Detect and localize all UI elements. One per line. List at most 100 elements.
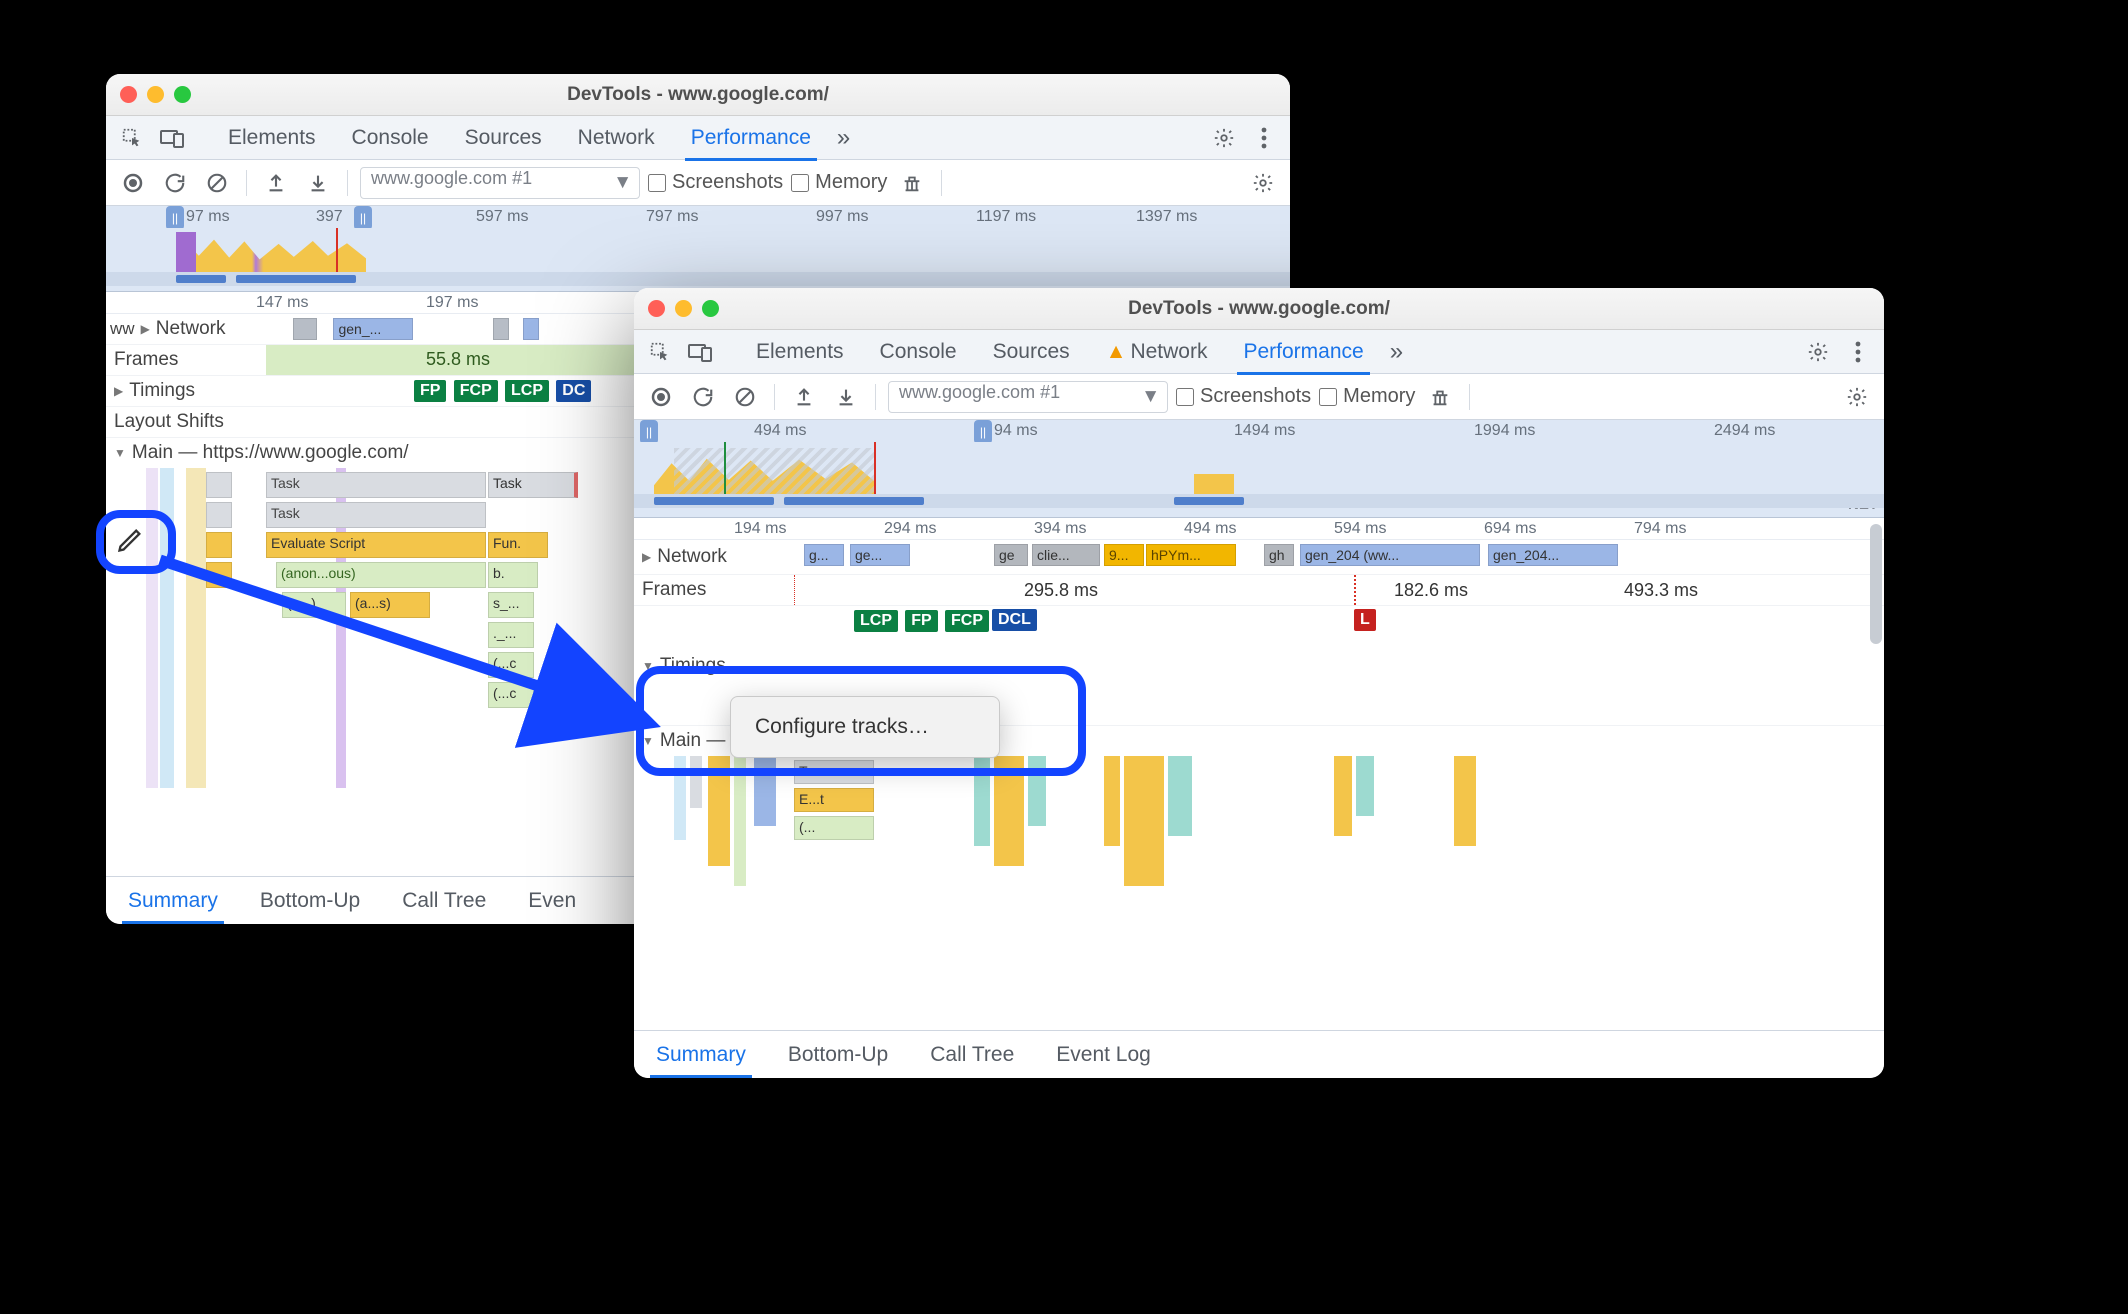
download-icon[interactable] — [829, 380, 863, 414]
timing-lcp[interactable]: LCP — [505, 380, 549, 402]
bottom-tab-bottomup[interactable]: Bottom-Up — [782, 1033, 894, 1077]
inspect-icon[interactable] — [642, 334, 678, 370]
flame-block[interactable]: (...c — [488, 652, 534, 678]
net-block[interactable] — [523, 318, 539, 340]
profile-select[interactable]: www.google.com #1 ▼ — [888, 381, 1168, 413]
expand-icon[interactable]: ▶ — [141, 322, 150, 336]
bottom-tab-eventlog[interactable]: Event Log — [1050, 1033, 1157, 1077]
flame-block[interactable]: s_... — [488, 592, 534, 618]
timing-fp[interactable]: FP — [414, 380, 446, 402]
net-block[interactable]: g... — [804, 544, 844, 566]
garbage-collect-icon[interactable] — [895, 166, 929, 200]
overview-timeline[interactable]: 494 ms 94 ms 1494 ms 1994 ms 2494 ms CPU… — [634, 420, 1884, 518]
tab-network[interactable]: Network — [562, 116, 671, 160]
timing-fp[interactable]: FP — [905, 610, 937, 632]
timing-fcp[interactable]: FCP — [945, 610, 989, 632]
flame-task[interactable]: Task — [266, 472, 486, 498]
flame-chart-area[interactable]: 194 ms 294 ms 394 ms 494 ms 594 ms 694 m… — [634, 518, 1884, 1030]
minimize-window-button[interactable] — [147, 86, 164, 103]
net-block[interactable]: gen_204 (ww... — [1300, 544, 1480, 566]
overview-timeline[interactable]: 97 ms 397 597 ms 797 ms 997 ms 1197 ms 1… — [106, 206, 1290, 292]
net-block[interactable] — [293, 318, 317, 340]
timing-dcl[interactable]: DCL — [992, 609, 1037, 631]
timing-lcp[interactable]: LCP — [854, 610, 898, 632]
net-block[interactable]: gen_204... — [1488, 544, 1618, 566]
context-menu[interactable]: Configure tracks… — [730, 696, 1000, 758]
flame-block[interactable]: (a...) — [282, 592, 346, 618]
net-block[interactable]: 9... — [1104, 544, 1144, 566]
gear-icon[interactable] — [1800, 334, 1836, 370]
flame-eval[interactable]: Evaluate Script — [266, 532, 486, 558]
close-window-button[interactable] — [648, 300, 665, 317]
tab-console[interactable]: Console — [864, 330, 973, 374]
net-block[interactable]: gh — [1264, 544, 1294, 566]
timing-dcl[interactable]: DC — [556, 380, 591, 402]
flame-block[interactable]: (a...s) — [350, 592, 430, 618]
reload-button[interactable] — [686, 380, 720, 414]
bottom-tab-summary[interactable]: Summary — [650, 1033, 752, 1077]
timing-load[interactable]: L — [1354, 609, 1376, 631]
expand-icon[interactable]: ▼ — [642, 734, 654, 748]
expand-icon[interactable]: ▶ — [642, 550, 651, 564]
memory-checkbox[interactable]: Memory — [791, 171, 887, 194]
bottom-tab-calltree[interactable]: Call Tree — [924, 1033, 1020, 1077]
flame-block[interactable]: (anon...ous) — [276, 562, 486, 588]
perf-settings-gear-icon[interactable] — [1246, 166, 1280, 200]
track-network[interactable]: ▶Network g... ge... ge clie... 9... hPYm… — [634, 540, 1884, 575]
net-block[interactable]: ge — [994, 544, 1028, 566]
expand-icon[interactable]: ▼ — [642, 659, 654, 673]
net-block[interactable]: ge... — [850, 544, 910, 566]
tab-performance[interactable]: Performance — [675, 116, 827, 160]
maximize-window-button[interactable] — [702, 300, 719, 317]
tab-network[interactable]: ▲Network — [1090, 330, 1224, 374]
net-block[interactable]: gen_... — [333, 318, 413, 340]
flame-block[interactable]: E...t — [794, 788, 874, 812]
track-frames[interactable]: Frames 295.8 ms 182.6 ms 493.3 ms — [634, 575, 1884, 606]
tab-performance[interactable]: Performance — [1227, 330, 1379, 374]
tab-elements[interactable]: Elements — [212, 116, 332, 160]
tabs-overflow-button[interactable]: » — [1384, 330, 1409, 374]
tab-sources[interactable]: Sources — [449, 116, 558, 160]
context-menu-configure-tracks[interactable]: Configure tracks… — [731, 705, 999, 749]
reload-button[interactable] — [158, 166, 192, 200]
record-button[interactable] — [116, 166, 150, 200]
flame-block[interactable]: ._... — [488, 622, 534, 648]
device-toolbar-icon[interactable] — [154, 120, 190, 156]
download-icon[interactable] — [301, 166, 335, 200]
expand-icon[interactable]: ▼ — [114, 446, 126, 460]
flame-block[interactable] — [206, 502, 232, 528]
expand-icon[interactable]: ▶ — [114, 384, 123, 398]
upload-icon[interactable] — [259, 166, 293, 200]
flame-block[interactable]: (... — [794, 816, 874, 840]
flame-block[interactable]: b. — [488, 562, 538, 588]
tab-console[interactable]: Console — [336, 116, 445, 160]
bottom-tab-calltree[interactable]: Call Tree — [396, 879, 492, 923]
net-block[interactable]: hPYm... — [1146, 544, 1236, 566]
maximize-window-button[interactable] — [174, 86, 191, 103]
clear-button[interactable] — [200, 166, 234, 200]
gear-icon[interactable] — [1206, 120, 1242, 156]
tab-elements[interactable]: Elements — [740, 330, 860, 374]
record-button[interactable] — [644, 380, 678, 414]
flame-task[interactable]: T... — [794, 760, 874, 784]
minimize-window-button[interactable] — [675, 300, 692, 317]
profile-select[interactable]: www.google.com #1 ▼ — [360, 167, 640, 199]
bottom-tab-eventlog[interactable]: Even — [522, 879, 582, 923]
tab-sources[interactable]: Sources — [977, 330, 1086, 374]
garbage-collect-icon[interactable] — [1423, 380, 1457, 414]
flame-block[interactable] — [206, 472, 232, 498]
inspect-icon[interactable] — [114, 120, 150, 156]
pencil-icon[interactable] — [116, 526, 144, 554]
bottom-tab-bottomup[interactable]: Bottom-Up — [254, 879, 366, 923]
screenshots-checkbox[interactable]: Screenshots — [1176, 385, 1311, 408]
kebab-icon[interactable] — [1246, 120, 1282, 156]
clear-button[interactable] — [728, 380, 762, 414]
kebab-icon[interactable] — [1840, 334, 1876, 370]
tabs-overflow-button[interactable]: » — [831, 116, 856, 160]
net-block[interactable] — [493, 318, 509, 340]
range-handle-right[interactable]: || — [974, 420, 992, 444]
timing-fcp[interactable]: FCP — [454, 380, 498, 402]
flame-block[interactable] — [206, 532, 232, 558]
main-thread-flame[interactable]: T... E...t (... — [634, 756, 1884, 926]
bottom-tab-summary[interactable]: Summary — [122, 879, 224, 923]
